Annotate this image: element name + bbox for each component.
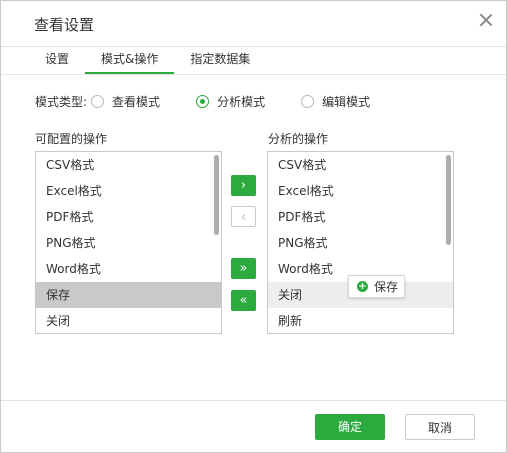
- list-item-selected[interactable]: 保存: [36, 282, 221, 308]
- analysis-operations-list[interactable]: CSV格式 Excel格式 PDF格式 PNG格式 Word格式 关闭 刷新: [267, 151, 454, 334]
- tabs-divider: [1, 74, 506, 75]
- configurable-operations-list[interactable]: CSV格式 Excel格式 PDF格式 PNG格式 Word格式 保存 关闭: [35, 151, 222, 334]
- dialog-title: 查看设置: [34, 16, 95, 34]
- radio-circle: [91, 95, 105, 108]
- radio-label: 查看模式: [112, 95, 161, 109]
- drag-tooltip: + 保存: [348, 275, 405, 298]
- add-all-button[interactable]: »: [231, 258, 256, 279]
- add-button[interactable]: ›: [231, 175, 256, 196]
- radio-edit-mode[interactable]: 编辑模式: [301, 93, 370, 110]
- plus-circle-icon: +: [357, 281, 368, 292]
- remove-button[interactable]: ‹: [231, 206, 256, 227]
- tab-dataset[interactable]: 指定数据集: [174, 46, 266, 74]
- radio-analysis-mode[interactable]: 分析模式: [196, 93, 265, 110]
- cancel-button[interactable]: 取消: [405, 414, 475, 440]
- tab-bar: 设置 模式&操作 指定数据集: [29, 46, 266, 75]
- configurable-list-title: 可配置的操作: [35, 132, 108, 146]
- drag-tooltip-label: 保存: [374, 280, 399, 294]
- radio-circle: [301, 95, 315, 108]
- tab-mode-operations[interactable]: 模式&操作: [85, 46, 175, 75]
- list-item[interactable]: 关闭: [36, 308, 221, 333]
- footer-divider: [1, 400, 506, 401]
- radio-view-mode[interactable]: 查看模式: [91, 93, 160, 110]
- list-item[interactable]: Excel格式: [268, 178, 453, 204]
- radio-circle: [196, 95, 210, 108]
- tab-settings[interactable]: 设置: [29, 46, 85, 74]
- list-item[interactable]: Excel格式: [36, 178, 221, 204]
- list-item[interactable]: PNG格式: [36, 230, 221, 256]
- list-item[interactable]: PDF格式: [36, 204, 221, 230]
- list-item[interactable]: CSV格式: [36, 152, 221, 178]
- view-settings-dialog: 查看设置 设置 模式&操作 指定数据集 模式类型: 查看模式 分析模式 编辑模式…: [0, 0, 507, 453]
- list-item[interactable]: 刷新: [268, 308, 453, 333]
- radio-label: 分析模式: [217, 95, 266, 109]
- scrollbar-thumb[interactable]: [214, 155, 219, 235]
- analysis-list-title: 分析的操作: [268, 132, 329, 146]
- remove-all-button[interactable]: «: [231, 290, 256, 311]
- close-icon[interactable]: [478, 12, 494, 28]
- list-item[interactable]: Word格式: [36, 256, 221, 282]
- mode-type-label: 模式类型:: [35, 95, 88, 109]
- list-item[interactable]: PNG格式: [268, 230, 453, 256]
- radio-label: 编辑模式: [322, 95, 371, 109]
- mode-type-row: 模式类型: 查看模式 分析模式 编辑模式: [35, 93, 406, 110]
- ok-button[interactable]: 确定: [315, 414, 385, 440]
- list-item[interactable]: PDF格式: [268, 204, 453, 230]
- list-item[interactable]: CSV格式: [268, 152, 453, 178]
- scrollbar-thumb[interactable]: [446, 155, 451, 245]
